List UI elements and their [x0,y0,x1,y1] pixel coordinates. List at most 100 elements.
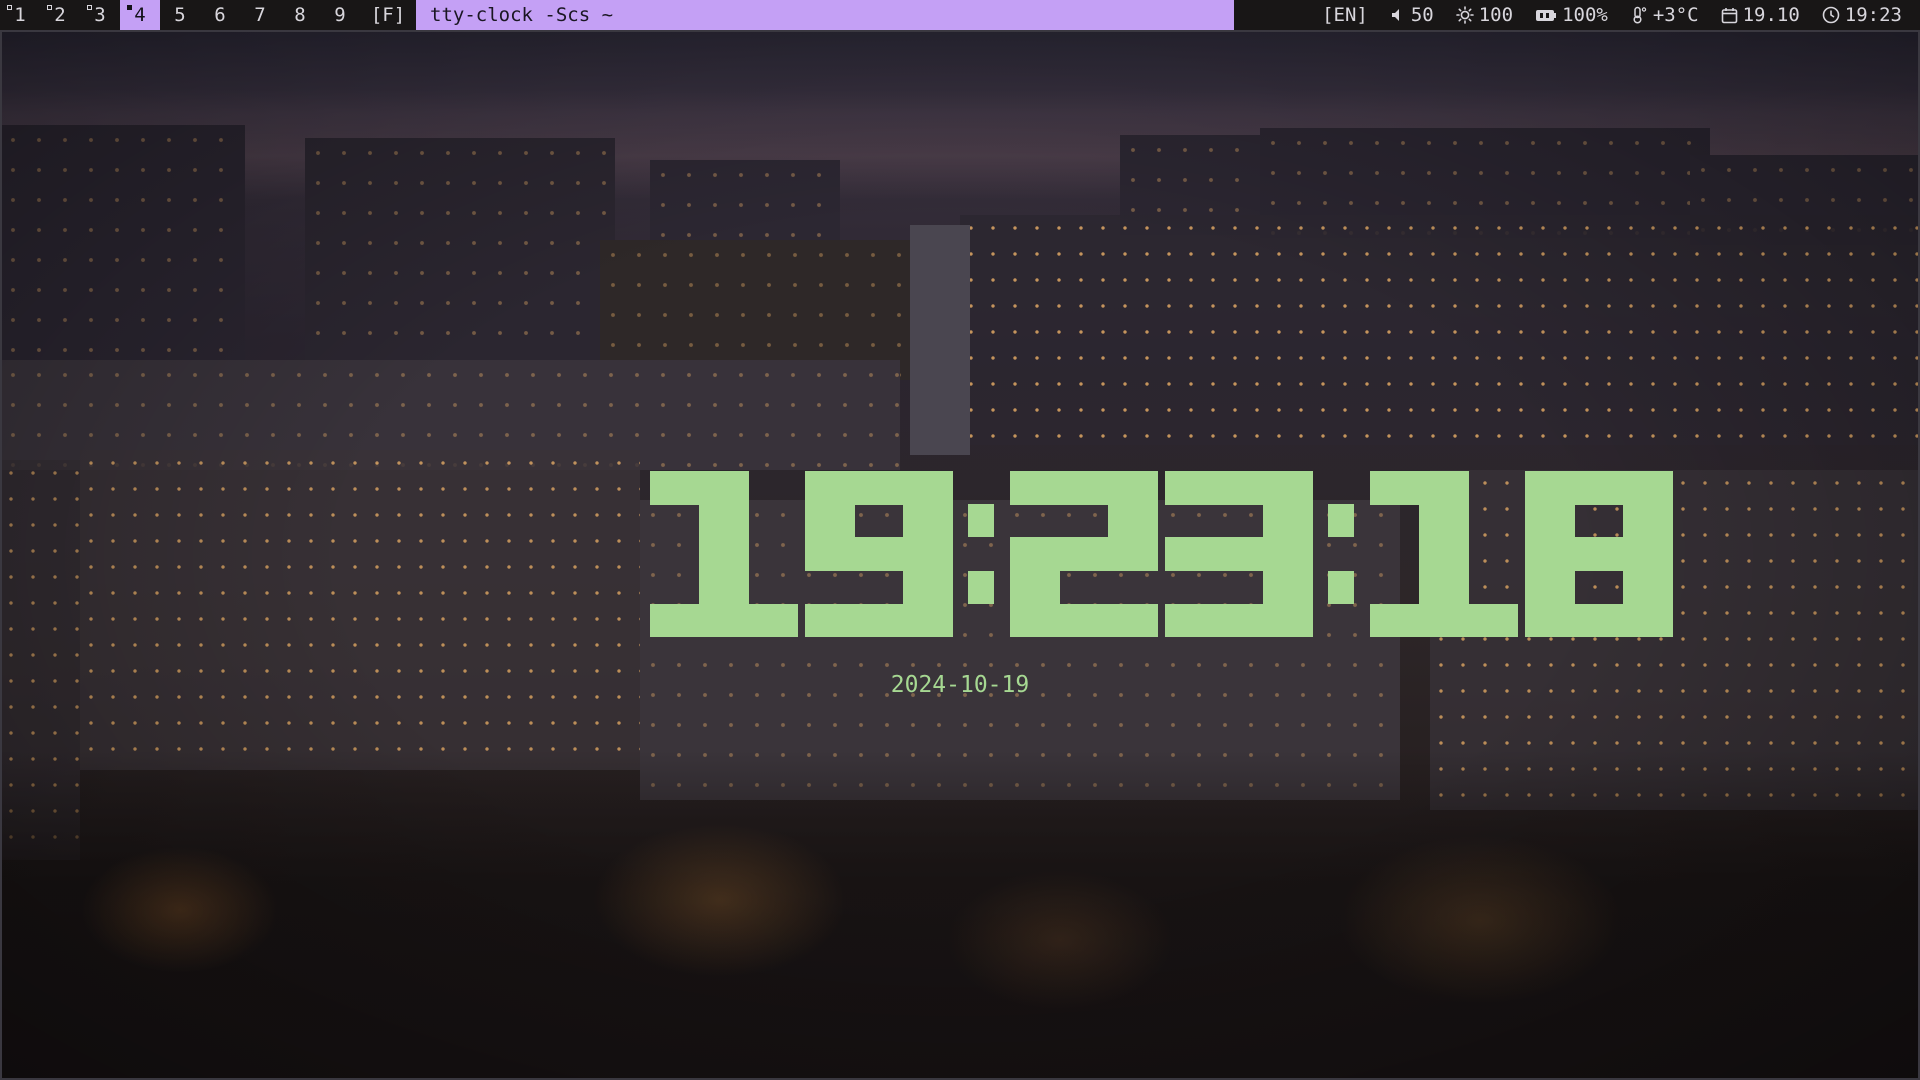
clock-digit-block [1525,603,1575,638]
calendar-icon [1721,7,1737,23]
workspace-3[interactable]: 3 [80,0,120,30]
clock-digit-block [1574,471,1624,505]
occupied-indicator-icon [87,5,92,10]
clock-digit-block [1419,570,1469,605]
clock-digit-block [1623,570,1673,605]
clock-digit-block [1419,471,1469,505]
battery-module[interactable]: 100% [1535,4,1608,26]
workspace-7[interactable]: 7 [240,0,280,30]
temperature-value: +3°C [1652,4,1699,26]
workspace-label: 7 [254,4,266,26]
clock-digit-1 [1370,471,1518,638]
clock-separator-dot [1328,504,1354,538]
clock-digit-block [1214,537,1264,572]
workspace-1[interactable]: 1 [0,0,40,30]
workspace-2[interactable]: 2 [40,0,80,30]
keyboard-layout[interactable]: [EN] [1322,4,1368,26]
occupied-indicator-icon [47,5,52,10]
workspace-list: 1 2 3 4 5 6 7 8 9 [0,0,360,30]
brightness-module[interactable]: 100 [1455,4,1514,26]
occupied-indicator-icon [127,5,132,10]
volume-module[interactable]: 50 [1390,4,1434,26]
clock-digit-block [805,603,855,638]
workspace-9[interactable]: 9 [320,0,360,30]
sun-icon [1455,6,1474,24]
clock-digit-block [1263,504,1313,538]
clock-digit-block [805,504,855,538]
clock-digit-block [1214,471,1264,505]
clock-digit-block [1010,603,1060,638]
clock-digit-block [1525,537,1575,572]
clock-digit-block [1108,471,1158,505]
date-module[interactable]: 19.10 [1721,4,1800,26]
speaker-icon [1391,9,1399,21]
clock-digit-block [1574,603,1624,638]
clock-digit-2 [1010,471,1158,638]
clock-digit-block [903,537,953,572]
clock-digit-block [1214,603,1264,638]
thermometer-icon [1633,6,1647,24]
workspace-label: 9 [334,4,346,26]
clock-digit-block [1263,603,1313,638]
clock-digit-8 [1525,471,1673,638]
clock-digit-block [1108,504,1158,538]
workspace-label: 2 [54,4,66,26]
clock-digit-block [1419,603,1469,638]
clock-digit-block [1108,603,1158,638]
clock-separator-dot [1328,570,1354,604]
clock-digit-block [699,471,749,505]
workspace-4[interactable]: 4 [120,0,160,30]
clock-digit-block [1263,570,1313,605]
keyboard-layout-label: [EN] [1322,4,1368,26]
tty-clock [650,471,1680,638]
window-title-text: tty-clock -Scs ~ [430,4,614,26]
clock-digit-block [1165,471,1215,505]
clock-digit-block [903,471,953,505]
battery-value: 100% [1562,4,1608,26]
clock-digit-block [699,537,749,572]
workspace-label: 4 [134,4,146,26]
clock-separator-dot [968,570,994,604]
clock-digit-block [1059,537,1109,572]
clock-digit-block [1525,504,1575,538]
clock-digit-1 [650,471,798,638]
occupied-indicator-icon [7,5,12,10]
clock-digit-block [1574,537,1624,572]
workspace-label: 6 [214,4,226,26]
clock-digit-block [1263,471,1313,505]
temperature-module[interactable]: +3°C [1630,4,1699,26]
workspace-6[interactable]: 6 [200,0,240,30]
clock-digit-block [1419,537,1469,572]
workspace-label: 5 [174,4,186,26]
brightness-value: 100 [1478,4,1514,26]
clock-digit-block [805,471,855,505]
clock-digit-block [1263,537,1313,572]
clock-digit-block [805,537,855,572]
clock-digit-block [1165,537,1215,572]
workspace-label: 8 [294,4,306,26]
time-module[interactable]: 19:23 [1822,4,1902,26]
status-modules: [EN] 50 100 100% +3°C 19.10 19:23 [1234,0,1920,30]
clock-digit-block [1525,471,1575,505]
workspace-8[interactable]: 8 [280,0,320,30]
clock-digit-block [1525,570,1575,605]
clock-digit-block [903,603,953,638]
clock-digit-block [1623,471,1673,505]
clock-digit-block [1468,603,1518,638]
layout-label: [F] [370,4,406,26]
clock-digit-block [1370,603,1420,638]
clock-digit-block [1010,471,1060,505]
workspace-label: 1 [14,4,26,26]
volume-value: 50 [1410,4,1434,26]
clock-digit-block [650,603,700,638]
clock-icon [1822,6,1840,24]
clock-digit-block [1623,603,1673,638]
clock-separator-dot [968,504,994,538]
workspace-5[interactable]: 5 [160,0,200,30]
clock-digit-block [699,603,749,638]
layout-indicator[interactable]: [F] [360,0,416,30]
clock-digit-block [1010,537,1060,572]
clock-digit-3 [1165,471,1313,638]
clock-separator [960,471,1002,637]
clock-digit-block [1370,471,1420,505]
